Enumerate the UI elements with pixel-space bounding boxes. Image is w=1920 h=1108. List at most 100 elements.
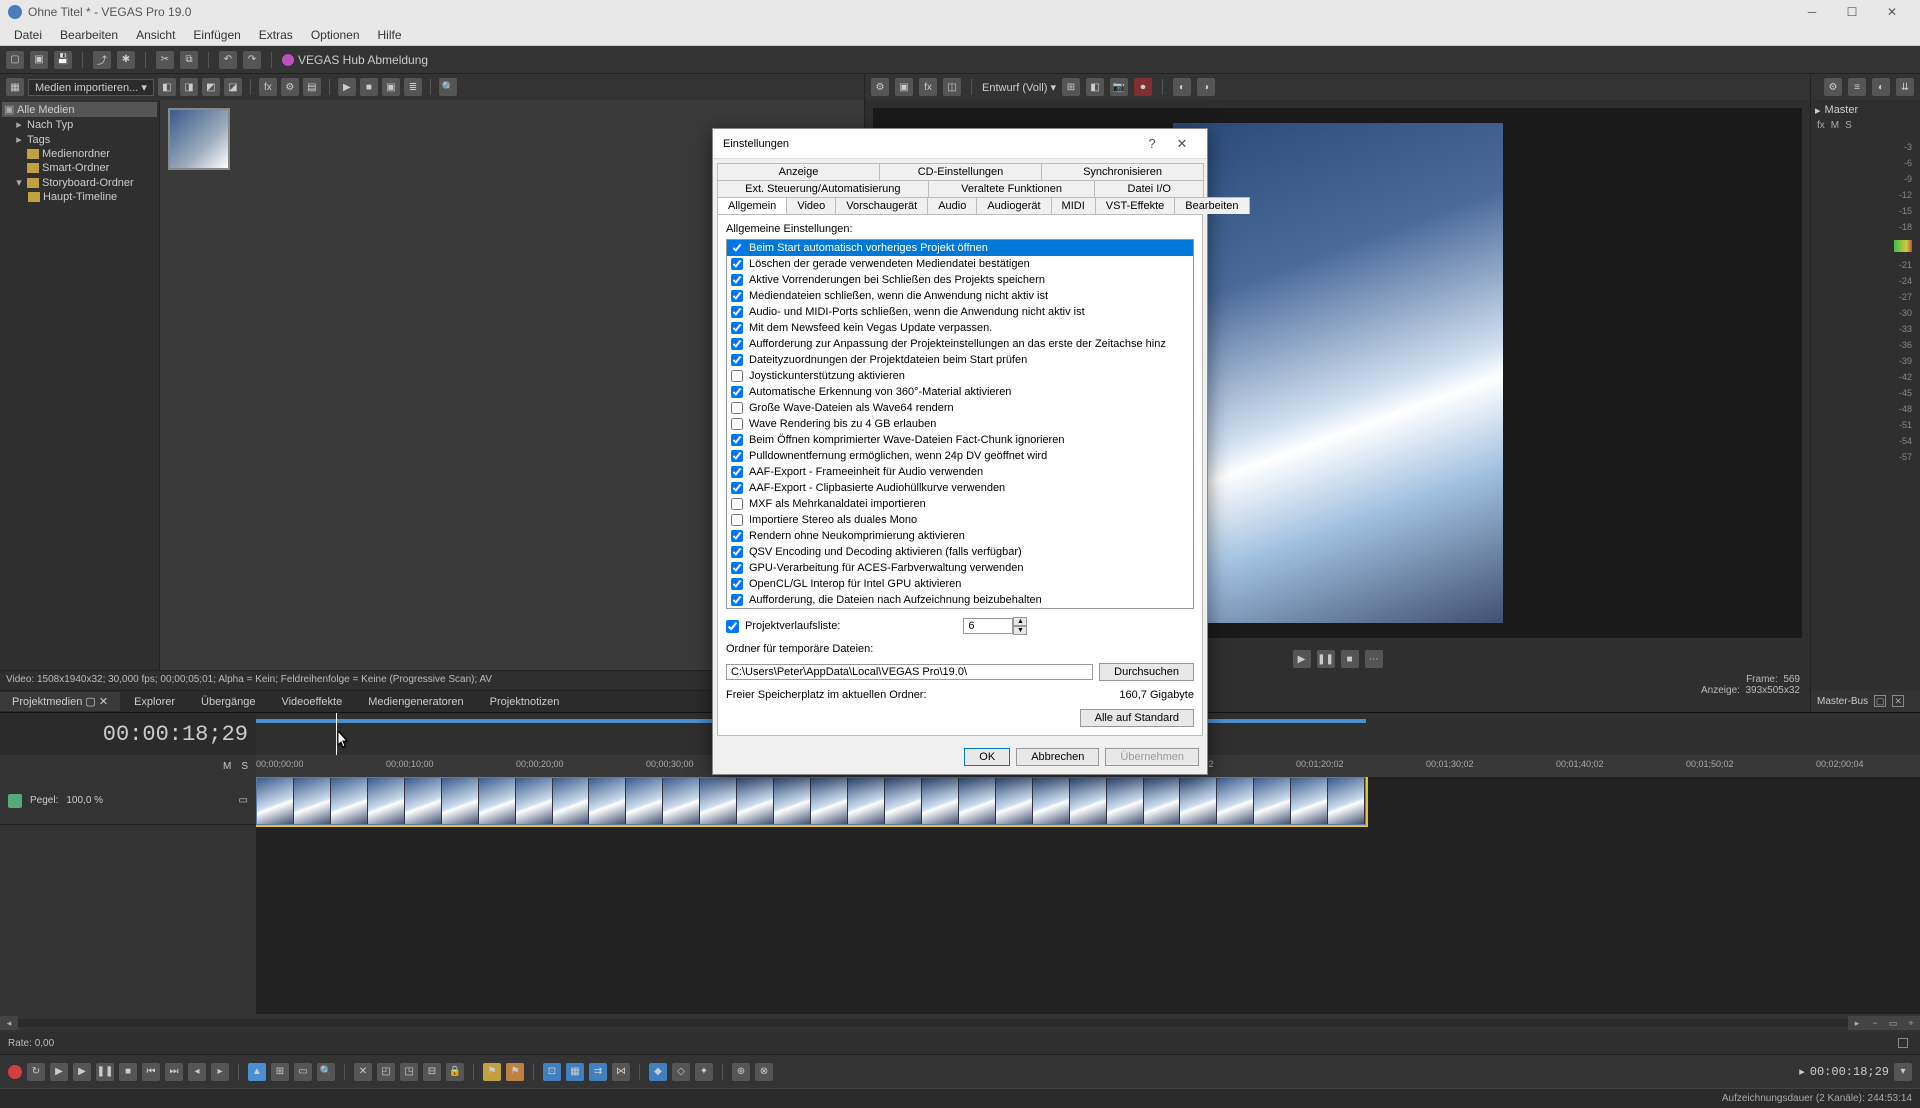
tab-anzeige[interactable]: Anzeige — [717, 163, 880, 180]
preview-stop-icon[interactable]: ■ — [1341, 650, 1359, 668]
track-header[interactable]: Pegel: 100,0 % ▭ — [0, 777, 256, 825]
option-item[interactable]: Importiere Stereo als duales Mono — [727, 512, 1193, 528]
tool-a-icon[interactable]: ◆ — [649, 1063, 667, 1081]
maximize-button[interactable]: ☐ — [1832, 0, 1872, 24]
play-icon[interactable]: ▶ — [73, 1063, 91, 1081]
stop-icon[interactable]: ■ — [360, 78, 378, 96]
master-dim-icon[interactable]: ◐ — [1872, 78, 1890, 96]
spin-up-icon[interactable]: ▲ — [1013, 617, 1027, 626]
dialog-help-button[interactable]: ? — [1137, 136, 1167, 151]
cut-icon[interactable]: ✂ — [156, 51, 174, 69]
tool-d-icon[interactable]: ⊕ — [732, 1063, 750, 1081]
defaults-button[interactable]: Alle auf Standard — [1080, 709, 1194, 727]
tree-item[interactable]: Smart-Ordner — [2, 161, 157, 175]
option-item[interactable]: OpenCL/GL Interop für Intel GPU aktivier… — [727, 576, 1193, 592]
option-checkbox[interactable] — [731, 594, 743, 606]
selection-icon[interactable]: ▭ — [294, 1063, 312, 1081]
menu-extras[interactable]: Extras — [251, 26, 301, 44]
properties-icon[interactable]: ◪ — [224, 78, 242, 96]
history-checkbox[interactable] — [726, 620, 739, 633]
master-pane-x[interactable]: ✕ — [1892, 695, 1904, 707]
zoom-icon[interactable]: 🔍 — [317, 1063, 335, 1081]
pause-icon[interactable]: ❚❚ — [96, 1063, 114, 1081]
tool-c-icon[interactable]: ✦ — [695, 1063, 713, 1081]
menu-ansicht[interactable]: Ansicht — [128, 26, 183, 44]
properties-icon[interactable]: ✱ — [117, 51, 135, 69]
trim-end-icon[interactable]: ◳ — [400, 1063, 418, 1081]
tab-projektmedien[interactable]: Projektmedien ▢ ✕ — [0, 692, 120, 711]
option-checkbox[interactable] — [731, 370, 743, 382]
region-icon[interactable]: ⚑ — [506, 1063, 524, 1081]
normal-edit-icon[interactable]: ▲ — [248, 1063, 266, 1081]
tab-videoeffekte[interactable]: Videoeffekte — [269, 693, 354, 711]
menu-bearbeiten[interactable]: Bearbeiten — [52, 26, 126, 44]
option-item[interactable]: Große Wave-Dateien als Wave64 rendern — [727, 400, 1193, 416]
auto-ripple-icon[interactable]: ⇉ — [589, 1063, 607, 1081]
option-checkbox[interactable] — [731, 322, 743, 334]
render-icon[interactable]: ⤴ — [93, 51, 111, 69]
master-fx[interactable]: fx — [1817, 120, 1825, 136]
option-item[interactable]: GPU-Verarbeitung für ACES-Farbverwaltung… — [727, 560, 1193, 576]
preview-record-icon[interactable]: ⏺ — [1134, 78, 1152, 96]
option-checkbox[interactable] — [731, 258, 743, 270]
tab-uebergaenge[interactable]: Übergänge — [189, 693, 267, 711]
tab-ext[interactable]: Ext. Steuerung/Automatisierung — [717, 180, 929, 197]
views-icon[interactable]: ▤ — [303, 78, 321, 96]
play-start-icon[interactable]: ▶ — [50, 1063, 68, 1081]
open-icon[interactable]: ▣ — [30, 51, 48, 69]
option-item[interactable]: Automatische Erkennung von 360°-Material… — [727, 384, 1193, 400]
option-item[interactable]: Änderungen der FX-Parameter zurücknehmba… — [727, 608, 1193, 609]
option-checkbox[interactable] — [731, 546, 743, 558]
tree-item[interactable]: Medienordner — [2, 147, 157, 161]
preview-snapshot-icon[interactable]: 📷 — [1110, 78, 1128, 96]
option-checkbox[interactable] — [731, 338, 743, 350]
option-item[interactable]: Dateityzuordnungen der Projektdateien be… — [727, 352, 1193, 368]
menu-einfuegen[interactable]: Einfügen — [185, 26, 248, 44]
sort-icon[interactable]: ≣ — [404, 78, 422, 96]
master-mute[interactable]: M — [1831, 120, 1839, 136]
marker-icon[interactable]: ⚑ — [483, 1063, 501, 1081]
option-item[interactable]: Beim Start automatisch vorheriges Projek… — [727, 240, 1193, 256]
option-checkbox[interactable] — [731, 386, 743, 398]
auto-crossfade-icon[interactable]: ⋈ — [612, 1063, 630, 1081]
tab-video[interactable]: Video — [786, 197, 836, 214]
redo-icon[interactable]: ↷ — [243, 51, 261, 69]
option-item[interactable]: AAF-Export - Frameeinheit für Audio verw… — [727, 464, 1193, 480]
copy-icon[interactable]: ⧉ — [180, 51, 198, 69]
minimize-button[interactable]: ─ — [1792, 0, 1832, 24]
lock-icon[interactable]: 🔒 — [446, 1063, 464, 1081]
tree-item[interactable]: ▸Nach Typ — [2, 117, 157, 132]
option-checkbox[interactable] — [731, 466, 743, 478]
option-item[interactable]: Aufforderung zur Anpassung der Projektei… — [727, 336, 1193, 352]
option-checkbox[interactable] — [731, 578, 743, 590]
remove-icon[interactable]: ◩ — [202, 78, 220, 96]
next-frame-icon[interactable]: ▸ — [211, 1063, 229, 1081]
preview-device-icon[interactable]: ▣ — [895, 78, 913, 96]
preview-grid-icon[interactable]: ⊞ — [1062, 78, 1080, 96]
fx-icon[interactable]: fx — [259, 78, 277, 96]
hub-status[interactable]: VEGAS Hub Abmeldung — [282, 53, 428, 67]
snap-icon[interactable]: ⊡ — [543, 1063, 561, 1081]
capture-icon[interactable]: ◧ — [158, 78, 176, 96]
undo-icon[interactable]: ↶ — [219, 51, 237, 69]
master-gear-icon[interactable]: ⚙ — [1824, 78, 1842, 96]
preview-quality-dropdown[interactable]: Entwurf (Voll) ▾ — [982, 81, 1056, 94]
preview-extra1-icon[interactable]: ◐ — [1173, 78, 1191, 96]
track-slider-icon[interactable]: ▭ — [239, 795, 248, 806]
preview-split-icon[interactable]: ◫ — [943, 78, 961, 96]
option-item[interactable]: Aufforderung, die Dateien nach Aufzeichn… — [727, 592, 1193, 608]
tree-item[interactable]: ▸Tags — [2, 132, 157, 147]
option-checkbox[interactable] — [731, 450, 743, 462]
history-spinner[interactable]: ▲▼ — [963, 617, 1027, 635]
play-icon[interactable]: ▶ — [338, 78, 356, 96]
options-list[interactable]: Beim Start automatisch vorheriges Projek… — [726, 239, 1194, 609]
stop-icon[interactable]: ■ — [119, 1063, 137, 1081]
option-item[interactable]: Wave Rendering bis zu 4 GB erlauben — [727, 416, 1193, 432]
history-value[interactable] — [963, 618, 1013, 634]
option-item[interactable]: AAF-Export - Clipbasierte Audiohüllkurve… — [727, 480, 1193, 496]
envelope-icon[interactable]: ⊞ — [271, 1063, 289, 1081]
media-thumbnail[interactable] — [168, 108, 230, 170]
tab-projektnotizen[interactable]: Projektnotizen — [478, 693, 572, 711]
master-insert-icon[interactable]: ≡ — [1848, 78, 1866, 96]
option-item[interactable]: Audio- und MIDI-Ports schließen, wenn di… — [727, 304, 1193, 320]
